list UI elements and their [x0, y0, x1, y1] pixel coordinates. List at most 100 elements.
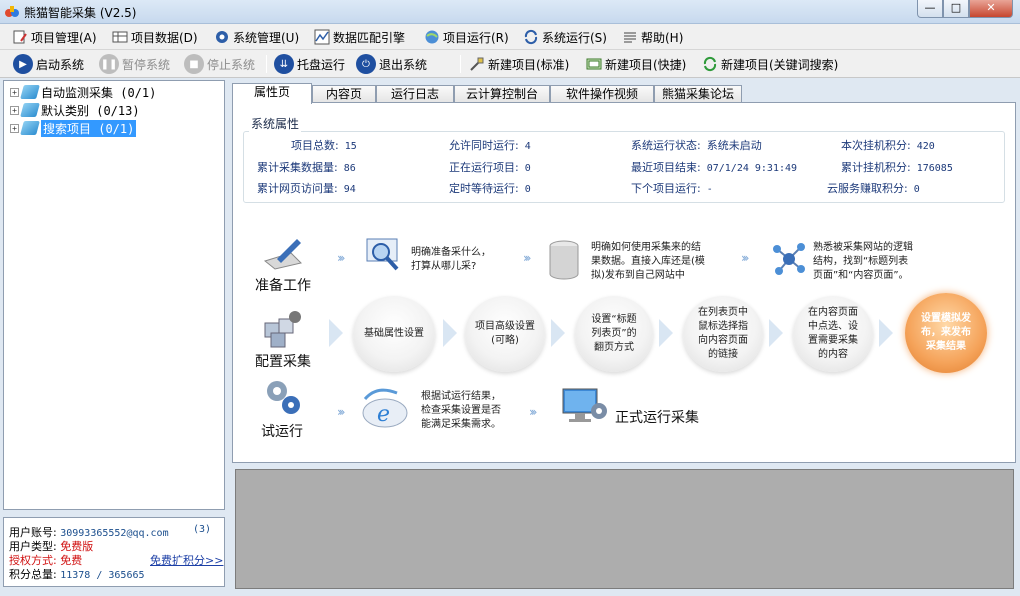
prop-total-points: 累计挂机积分: 176085	[841, 161, 953, 174]
button-label: 托盘运行	[297, 57, 346, 72]
prop-page-visits: 累计网页访问量: 94	[257, 182, 356, 195]
tab-cloud-console[interactable]: 云计算控制台	[454, 85, 550, 103]
step-publish: 设置模拟发 布，来发布 采集结果	[905, 293, 987, 373]
folder-icon	[20, 103, 40, 117]
prop-scheduled-waiting: 定时等待运行: 0	[449, 182, 531, 195]
tray-down-icon: ⇊	[274, 54, 294, 74]
button-label: 新建项目(关键词搜索)	[721, 57, 839, 72]
expand-icon[interactable]: +	[10, 87, 19, 97]
database-icon	[549, 240, 579, 280]
flow-arrow	[769, 319, 783, 347]
prop-session-points: 本次挂机积分: 420	[841, 139, 935, 152]
flow-arrow	[879, 319, 893, 347]
expand-icon[interactable]: +	[10, 123, 19, 133]
toolbar: ▶ 启动系统 ❚❚ 暂停系统 ■ 停止系统 ⇊ 托盘运行 ⏻ 退出系统 新建项目…	[0, 50, 1020, 78]
configure-label: 配置采集	[255, 354, 311, 370]
new-project-quick-button[interactable]: 新建项目(快捷)	[586, 53, 686, 75]
user-info-panel: 用户账号: 30993365552@qq.com (3) 用户类型: 免费版 授…	[3, 517, 225, 587]
tree-item-default-category[interactable]: + 默认类别 (0/13)	[10, 101, 140, 119]
new-project-standard-button[interactable]: 新建项目(标准)	[469, 53, 569, 75]
button-label: 暂停系统	[122, 57, 171, 72]
folder-icon	[20, 121, 40, 135]
pause-system-button[interactable]: ❚❚ 暂停系统	[99, 53, 170, 75]
trial-text: 根据试运行结果， 检查采集设置是否 能满足采集需求。	[421, 391, 501, 430]
stop-system-button[interactable]: ■ 停止系统	[184, 53, 255, 75]
prepare-label: 准备工作	[255, 278, 311, 294]
tab-tutorial-video[interactable]: 软件操作视频	[550, 85, 654, 103]
step-advanced-settings: 项目高级设置 (可略)	[465, 296, 545, 372]
new-quick-icon	[586, 58, 602, 70]
expand-icon[interactable]: +	[10, 105, 19, 115]
system-run-icon	[524, 29, 538, 45]
flow-arrow	[443, 319, 457, 347]
tab-content[interactable]: 内容页	[312, 85, 376, 103]
close-button[interactable]: ✕	[969, 0, 1013, 18]
minimize-button[interactable]: —	[917, 0, 943, 18]
maximize-button[interactable]: □	[943, 0, 969, 18]
prepare-text-3: 熟悉被采集网站的逻辑 结构，找到“标题列表 页面”和“内容页面”。	[813, 242, 913, 281]
menu-project-data[interactable]: 项目数据(D)	[112, 28, 198, 46]
step-basic-settings: 基础属性设置	[353, 296, 435, 372]
browser-ie-icon: e	[362, 388, 408, 428]
project-tree: + 自动监测采集 (0/1) + 默认类别 (0/13) + 搜索项目 (0/1…	[3, 80, 225, 510]
account-count: (3)	[193, 524, 212, 535]
prop-max-concurrent: 允许同时运行: 4	[449, 139, 531, 152]
user-account-row: 用户账号: 30993365552@qq.com	[9, 524, 169, 539]
tree-item-auto-monitor[interactable]: + 自动监测采集 (0/1)	[10, 83, 156, 101]
free-points-link[interactable]: 免费扩积分>>	[150, 552, 223, 568]
menu-label: 数据匹配引擎	[333, 30, 406, 45]
tab-properties[interactable]: 属性页	[232, 83, 312, 104]
step-pagination: 设置“标题 列表页”的 翻页方式	[575, 296, 653, 372]
play-icon: ▶	[13, 54, 33, 74]
menu-data-match[interactable]: 数据匹配引擎	[314, 28, 405, 46]
system-manage-icon	[216, 31, 228, 43]
formal-run-label: 正式运行采集	[615, 410, 699, 426]
flow-arrow	[329, 319, 343, 347]
tree-item-label: 搜索项目 (0/1)	[41, 119, 137, 137]
step-select-links: 在列表页中 鼠标选择指 向内容页面 的链接	[683, 296, 763, 372]
log-panel	[235, 469, 1014, 589]
menu-label: 项目管理(A)	[31, 30, 97, 45]
toolbar-separator	[460, 55, 461, 73]
tab-run-log[interactable]: 运行日志	[376, 85, 454, 103]
window-title: 熊猫智能采集 (V2.5)	[24, 6, 137, 20]
menu-project-run[interactable]: 项目运行(R)	[424, 28, 509, 46]
button-label: 启动系统	[36, 57, 85, 72]
button-label: 退出系统	[379, 57, 428, 72]
svg-text:e: e	[377, 402, 390, 427]
tab-forum[interactable]: 熊猫采集论坛	[654, 85, 742, 103]
menu-system-manage[interactable]: 系统管理(U)	[214, 28, 299, 46]
network-nodes-icon	[773, 243, 805, 275]
tree-item-search-project[interactable]: + 搜索项目 (0/1)	[10, 119, 137, 137]
menu-label: 项目运行(R)	[443, 30, 509, 45]
new-standard-icon	[470, 57, 484, 71]
chevron-right-icon: ›››	[741, 251, 750, 265]
menu-help[interactable]: 帮助(H)	[622, 28, 683, 46]
help-icon	[624, 32, 636, 43]
flow-arrow	[659, 319, 673, 347]
step-select-content: 在内容页面 中点选、设 置需要采集 的内容	[793, 296, 873, 372]
prop-next-project: 下个项目运行: -	[631, 182, 713, 195]
menu-label: 帮助(H)	[641, 30, 684, 45]
chevron-right-icon: ›››	[337, 251, 346, 265]
magnifier-icon	[366, 238, 399, 271]
project-run-icon	[425, 30, 439, 44]
menu-project-manage[interactable]: 项目管理(A)	[12, 28, 97, 46]
panda-app-icon	[5, 6, 19, 17]
gears-icon	[267, 381, 300, 414]
menu-label: 系统运行(S)	[542, 30, 607, 45]
user-auth-row: 授权方式: 免费	[9, 552, 82, 567]
menu-system-run[interactable]: 系统运行(S)	[523, 28, 607, 46]
properties-page: 系统属性 项目总数: 15 允许同时运行: 4 系统运行状态: 系统未启动 本次挂机积…	[232, 102, 1016, 463]
stop-icon: ■	[184, 54, 204, 74]
start-system-button[interactable]: ▶ 启动系统	[13, 53, 84, 75]
toolbar-separator	[266, 55, 267, 73]
new-project-keyword-button[interactable]: 新建项目(关键词搜索)	[702, 53, 838, 75]
prop-running-projects: 正在运行项目: 0	[449, 161, 531, 174]
prop-cloud-points: 云服务赚取积分: 0	[827, 182, 920, 195]
tray-run-button[interactable]: ⇊ 托盘运行	[274, 53, 345, 75]
exit-system-button[interactable]: ⏻ 退出系统	[356, 53, 427, 75]
system-properties-title: 系统属性	[249, 115, 302, 132]
prop-system-status: 系统运行状态: 系统未启动	[631, 139, 762, 152]
chevron-right-icon: ›››	[529, 405, 538, 419]
